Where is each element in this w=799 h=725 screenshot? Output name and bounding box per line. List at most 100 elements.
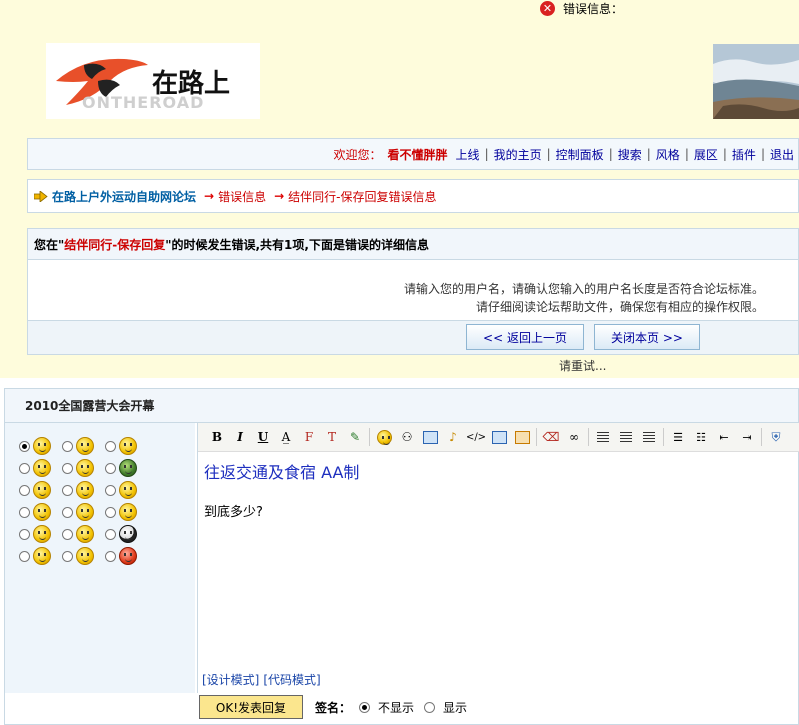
error-message: 请输入您的用户名，请确认您输入的用户名长度是否符合论坛标准。 <box>403 282 764 296</box>
italic-icon[interactable]: I <box>231 428 249 446</box>
thinking-icon[interactable] <box>76 437 94 455</box>
media-icon[interactable] <box>490 428 508 446</box>
editor-content[interactable]: 往返交通及食宿 AA制 到底多少? <box>198 451 799 665</box>
post-reply-button[interactable]: OK!发表回复 <box>199 695 303 719</box>
user-bar: 欢迎您： 看不懂胖胖 上线 | 我的主页 | 控制面板 | 搜索 | 风格 | 展区 | 插… <box>27 138 799 170</box>
align-center-icon[interactable] <box>617 428 635 446</box>
angry-icon[interactable] <box>119 547 137 565</box>
emoticon-radio[interactable] <box>105 462 116 474</box>
emoticon-icon[interactable] <box>375 428 393 446</box>
emoticon-panel <box>5 423 195 693</box>
nav-link-search[interactable]: 搜索 <box>618 146 642 163</box>
surprised-icon[interactable] <box>119 481 137 499</box>
wink-icon[interactable] <box>119 437 137 455</box>
emoticon-radio[interactable] <box>105 528 116 540</box>
error-box-title: 您在" 结伴同行-保存回复 "的时候发生错误,共有1项,下面是错误的详细信息 <box>28 229 798 260</box>
error-action: 结伴同行-保存回复 <box>64 237 166 252</box>
tongue-icon[interactable] <box>76 459 94 477</box>
indent-icon[interactable]: ⇥ <box>738 428 756 446</box>
emoticon-radio[interactable] <box>62 550 73 562</box>
emoticon-radio[interactable] <box>19 550 30 562</box>
breadcrumb: 在路上户外运动自助网论坛 → 错误信息 → 结伴同行-保存回复错误信息 <box>27 179 799 213</box>
hammer-icon[interactable] <box>76 547 94 565</box>
dizzy-icon[interactable] <box>76 503 94 521</box>
breadcrumb-forum[interactable]: 在路上户外运动自助网论坛 <box>52 188 196 205</box>
emoticon-radio[interactable] <box>62 506 73 518</box>
font-size-icon[interactable]: A̲ <box>277 428 295 446</box>
emoticon-radio[interactable] <box>105 484 116 496</box>
unordered-list-icon[interactable]: ☷ <box>692 428 710 446</box>
breadcrumb-item-current: 结伴同行-保存回复错误信息 <box>288 189 437 204</box>
music-icon[interactable]: ♪ <box>444 428 462 446</box>
outdent-icon[interactable]: ⇤ <box>715 428 733 446</box>
unlink-icon[interactable]: ∞ <box>565 428 583 446</box>
bold-icon[interactable]: B <box>208 428 226 446</box>
align-right-icon[interactable] <box>640 428 658 446</box>
error-button-row: << 返回上一页 关闭本页 >> <box>28 320 798 354</box>
code-icon[interactable]: </> <box>466 428 486 446</box>
grin-icon[interactable] <box>33 525 51 543</box>
sleepy-icon[interactable] <box>76 481 94 499</box>
site-logo[interactable]: ONTHEROAD 在路上 <box>46 43 260 119</box>
soldier-icon[interactable] <box>119 459 137 477</box>
editor-line: 往返交通及食宿 AA制 <box>204 463 360 482</box>
emoticon-radio[interactable] <box>62 462 73 474</box>
breadcrumb-sep-icon: → <box>204 189 215 203</box>
emoticon-radio[interactable] <box>105 440 116 452</box>
signature-label: 签名： <box>315 700 352 715</box>
editor-toolbar: B I U A̲ F T ✎ ⚇ ♪ </> ⌫ ∞ ☰ ☷ ⇤ ⇥ ⛨ <box>198 423 799 452</box>
retry-text: 请重试... <box>559 359 607 373</box>
text-color-icon[interactable]: T <box>323 428 341 446</box>
emoticon-radio[interactable] <box>62 440 73 452</box>
nav-link-online[interactable]: 上线 <box>456 146 480 163</box>
nav-link-showcase[interactable]: 展区 <box>694 146 718 163</box>
love-eyes-icon[interactable] <box>33 459 51 477</box>
nav-link-plugins[interactable]: 插件 <box>732 146 756 163</box>
shocked-icon[interactable] <box>33 503 51 521</box>
design-mode-link[interactable]: [设计模式] <box>202 673 259 687</box>
emoticon-radio[interactable] <box>105 550 116 562</box>
shield-icon[interactable]: ⛨ <box>767 428 785 446</box>
font-face-icon[interactable]: F <box>300 428 318 446</box>
confused-icon[interactable] <box>33 481 51 499</box>
error-header: ✕ 错误信息： <box>540 0 623 16</box>
emoticon-radio[interactable] <box>105 506 116 518</box>
image-icon[interactable] <box>421 428 439 446</box>
crying-icon[interactable] <box>119 503 137 521</box>
smirk-icon[interactable] <box>76 525 94 543</box>
back-button[interactable]: << 返回上一页 <box>466 324 584 350</box>
nav-link-logout[interactable]: 退出 <box>770 146 794 163</box>
code-mode-link[interactable]: [代码模式] <box>263 673 320 687</box>
breadcrumb-item-error[interactable]: 错误信息 <box>218 188 266 205</box>
emoticon-radio[interactable] <box>62 484 73 496</box>
nav-link-style[interactable]: 风格 <box>656 146 680 163</box>
sad-icon[interactable] <box>33 547 51 565</box>
cool-icon[interactable] <box>119 525 137 543</box>
clean-format-icon[interactable]: ⌫ <box>542 428 560 446</box>
link-icon[interactable]: ⚇ <box>398 428 416 446</box>
emoticon-radio[interactable] <box>19 484 30 496</box>
emoticon-radio[interactable] <box>19 462 30 474</box>
highlight-icon[interactable]: ✎ <box>346 428 364 446</box>
emoticon-radio[interactable] <box>19 506 30 518</box>
rich-text-editor: B I U A̲ F T ✎ ⚇ ♪ </> ⌫ ∞ ☰ ☷ ⇤ ⇥ ⛨ 往返交… <box>197 423 799 693</box>
nav-link-home[interactable]: 我的主页 <box>494 146 542 163</box>
smile-icon[interactable] <box>33 437 51 455</box>
error-icon: ✕ <box>540 0 555 16</box>
editor-modes: [设计模式] [代码模式] <box>202 671 325 688</box>
breadcrumb-sep-icon: → <box>274 189 285 203</box>
emoticon-radio[interactable] <box>19 528 30 540</box>
align-left-icon[interactable] <box>594 428 612 446</box>
emoticon-radio[interactable] <box>19 440 30 452</box>
table-icon[interactable] <box>513 428 531 446</box>
underline-icon[interactable]: U <box>254 428 272 446</box>
ordered-list-icon[interactable]: ☰ <box>669 428 687 446</box>
emoticon-radio[interactable] <box>62 528 73 540</box>
signature-show-radio[interactable] <box>424 701 436 713</box>
username-link[interactable]: 看不懂胖胖 <box>388 146 448 163</box>
nav-link-control-panel[interactable]: 控制面板 <box>556 146 604 163</box>
close-page-button[interactable]: 关闭本页 >> <box>594 324 700 350</box>
signature-hide-radio[interactable] <box>359 701 371 713</box>
breadcrumb-arrow-icon <box>34 190 48 202</box>
thread-title: 2010全国露营大会开幕 <box>5 389 798 423</box>
